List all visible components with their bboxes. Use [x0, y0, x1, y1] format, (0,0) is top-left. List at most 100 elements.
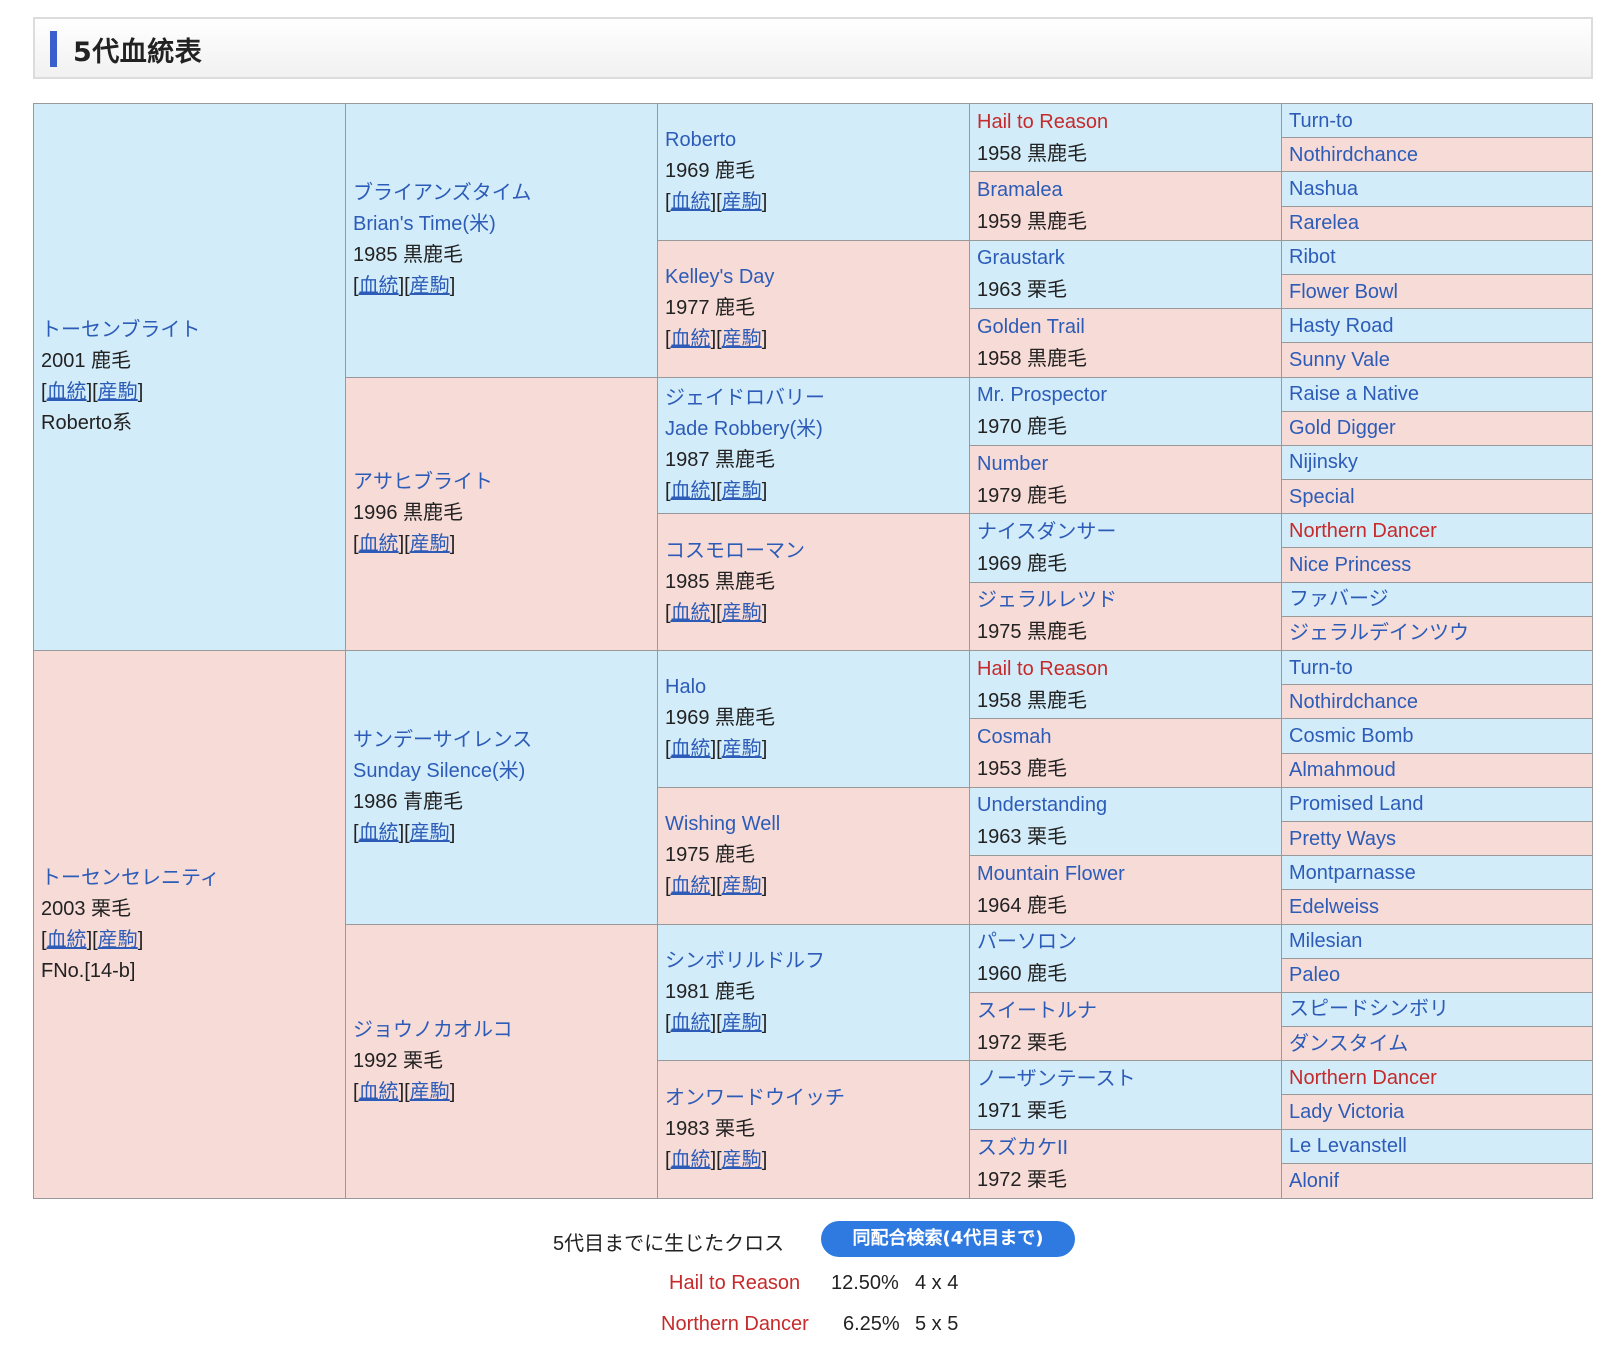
progeny-link[interactable]: 産駒 [410, 275, 450, 297]
pedigree-link[interactable]: 血統 [671, 1012, 711, 1034]
pedigree-link[interactable]: 血統 [359, 822, 399, 844]
progeny-link[interactable]: 産駒 [98, 929, 138, 951]
pedigree-link[interactable]: 血統 [671, 875, 711, 897]
progeny-link[interactable]: 産駒 [410, 822, 450, 844]
horse-name-link[interactable]: パーソロン [977, 926, 1281, 958]
horse-name-link[interactable]: スズカケII [977, 1132, 1281, 1164]
horse-name-link[interactable]: Hail to Reason [977, 106, 1281, 138]
horse-name-link[interactable]: ノーザンテースト [977, 1063, 1281, 1095]
same-mating-search-button[interactable]: 同配合検索(4代目まで) [821, 1221, 1075, 1257]
horse-name-link[interactable]: Mountain Flower [977, 858, 1281, 890]
horse-name-link[interactable]: ダンスタイム [1289, 1029, 1592, 1059]
horse-name-link[interactable]: ジョウノカオルコ [353, 1015, 657, 1046]
pedigree-link[interactable]: 血統 [671, 602, 711, 624]
horse-name-link[interactable]: アサヒブライト [353, 467, 657, 498]
horse-name-link[interactable]: Northern Dancer [1289, 1063, 1592, 1093]
cross-summary-bar: 5代目までに生じたクロス 同配合検索(4代目まで) [0, 1221, 1619, 1257]
pedigree-link[interactable]: 血統 [671, 480, 711, 502]
horse-name-link[interactable]: Special [1289, 482, 1592, 512]
horse-name-link[interactable]: ジェラルレツド [977, 584, 1281, 616]
horse-name-link[interactable]: Flower Bowl [1289, 277, 1592, 307]
bracket-mid: ][ [710, 1149, 722, 1172]
pedigree-link[interactable]: 血統 [671, 328, 711, 350]
horse-name-en-link[interactable]: Jade Robbery(米) [665, 414, 969, 445]
horse-name-link[interactable]: Lady Victoria [1289, 1097, 1592, 1127]
horse-name-link[interactable]: コスモローマン [665, 536, 969, 567]
horse-name-link[interactable]: Kelley's Day [665, 262, 969, 293]
horse-name-link[interactable]: Paleo [1289, 960, 1592, 990]
horse-name-link[interactable]: Golden Trail [977, 311, 1281, 343]
horse-name-link[interactable]: Sunny Vale [1289, 345, 1592, 375]
horse-name-link[interactable]: シンボリルドルフ [665, 946, 969, 977]
horse-name-link[interactable]: Turn-to [1289, 653, 1592, 683]
horse-name-link[interactable]: Turn-to [1289, 106, 1592, 136]
horse-name-link[interactable]: Northern Dancer [1289, 516, 1592, 546]
pedigree-link[interactable]: 血統 [671, 191, 711, 213]
horse-name-link[interactable]: Nashua [1289, 174, 1592, 204]
horse-name-link[interactable]: スピードシンボリ [1289, 994, 1592, 1024]
horse-name-link[interactable]: スイートルナ [977, 995, 1281, 1027]
horse-name-link[interactable]: Rarelea [1289, 208, 1592, 238]
horse-name-link[interactable]: ジェイドロバリー [665, 383, 969, 414]
pedigree-link[interactable]: 血統 [671, 1149, 711, 1171]
horse-name-link[interactable]: Le Levanstell [1289, 1131, 1592, 1161]
horse-name-link[interactable]: Nothirdchance [1289, 140, 1592, 170]
progeny-link[interactable]: 産駒 [722, 191, 762, 213]
pedigree-link[interactable]: 血統 [359, 533, 399, 555]
horse-name-link[interactable]: Raise a Native [1289, 379, 1592, 409]
horse-name-link[interactable]: Number [977, 448, 1281, 480]
horse-name-link[interactable]: Mr. Prospector [977, 379, 1281, 411]
pedigree-link[interactable]: 血統 [359, 275, 399, 297]
horse-name-link[interactable]: Cosmah [977, 721, 1281, 753]
horse-name-link[interactable]: ブライアンズタイム [353, 178, 657, 209]
pedigree-link[interactable]: 血統 [47, 929, 87, 951]
bracket-close: ] [449, 275, 456, 298]
progeny-link[interactable]: 産駒 [98, 381, 138, 403]
horse-name-link[interactable]: Cosmic Bomb [1289, 721, 1592, 751]
horse-name-link[interactable]: Montparnasse [1289, 858, 1592, 888]
horse-name-link[interactable]: Bramalea [977, 174, 1281, 206]
pedigree-link[interactable]: 血統 [47, 381, 87, 403]
progeny-link[interactable]: 産駒 [722, 1149, 762, 1171]
progeny-link[interactable]: 産駒 [410, 533, 450, 555]
progeny-link[interactable]: 産駒 [722, 875, 762, 897]
horse-name-link[interactable]: トーセンセレニティ [41, 863, 345, 894]
horse-name-link[interactable]: Understanding [977, 789, 1281, 821]
horse-name-link[interactable]: ファバージ [1289, 584, 1592, 614]
horse-name-link[interactable]: Roberto [665, 125, 969, 156]
horse-name-link[interactable]: サンデーサイレンス [353, 725, 657, 756]
pedigree-link[interactable]: 血統 [359, 1081, 399, 1103]
progeny-link[interactable]: 産駒 [722, 480, 762, 502]
horse-name-link[interactable]: ナイスダンサー [977, 516, 1281, 548]
horse-name-link[interactable]: Wishing Well [665, 809, 969, 840]
horse-name-link[interactable]: Promised Land [1289, 789, 1592, 819]
horse-name-link[interactable]: Gold Digger [1289, 413, 1592, 443]
progeny-link[interactable]: 産駒 [722, 738, 762, 760]
horse-name-en-link[interactable]: Sunday Silence(米) [353, 756, 657, 787]
horse-name-link[interactable]: オンワードウイッチ [665, 1083, 969, 1114]
horse-name-link[interactable]: Alonif [1289, 1166, 1592, 1196]
horse-name-link[interactable]: Halo [665, 672, 969, 703]
horse-name-link[interactable]: Nothirdchance [1289, 687, 1592, 717]
horse-name-link[interactable]: Nice Princess [1289, 550, 1592, 580]
progeny-link[interactable]: 産駒 [410, 1081, 450, 1103]
horse-name-link[interactable]: Milesian [1289, 926, 1592, 956]
pedigree-links: [血統][産駒] [665, 871, 969, 902]
horse-name-link[interactable]: Graustark [977, 242, 1281, 274]
horse-name-link[interactable]: Hasty Road [1289, 311, 1592, 341]
cross-horse-link[interactable]: Hail to Reason [669, 1272, 800, 1294]
horse-name-link[interactable]: Pretty Ways [1289, 824, 1592, 854]
cross-horse-link[interactable]: Northern Dancer [661, 1313, 809, 1335]
horse-name-link[interactable]: Almahmoud [1289, 755, 1592, 785]
horse-name-en-link[interactable]: Brian's Time(米) [353, 209, 657, 240]
horse-name-link[interactable]: Edelweiss [1289, 892, 1592, 922]
progeny-link[interactable]: 産駒 [722, 328, 762, 350]
progeny-link[interactable]: 産駒 [722, 602, 762, 624]
progeny-link[interactable]: 産駒 [722, 1012, 762, 1034]
horse-name-link[interactable]: トーセンブライト [41, 315, 345, 346]
horse-name-link[interactable]: Ribot [1289, 242, 1592, 272]
pedigree-link[interactable]: 血統 [671, 738, 711, 760]
horse-name-link[interactable]: Nijinsky [1289, 447, 1592, 477]
horse-name-link[interactable]: ジェラルデインツウ [1289, 618, 1592, 648]
horse-name-link[interactable]: Hail to Reason [977, 653, 1281, 685]
